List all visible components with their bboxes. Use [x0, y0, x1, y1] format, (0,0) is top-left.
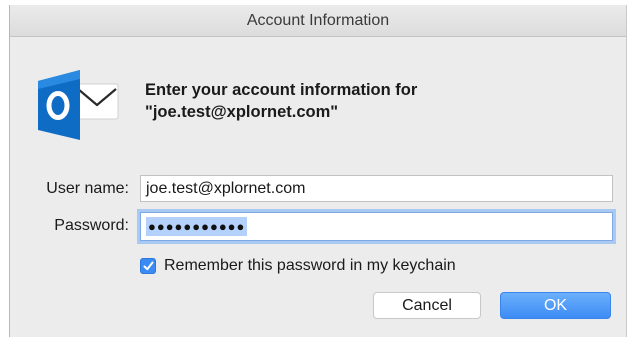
- username-label: User name:: [46, 180, 129, 197]
- password-field[interactable]: ●●●●●●●●●●●: [140, 212, 613, 241]
- outlook-icon: [38, 70, 119, 140]
- account-prompt-message: Enter your account information for "joe.…: [145, 79, 417, 123]
- remember-password-label: Remember this password in my keychain: [164, 257, 456, 274]
- username-field[interactable]: joe.test@xplornet.com: [140, 175, 613, 202]
- remember-password-option[interactable]: Remember this password in my keychain: [140, 257, 456, 275]
- cancel-button[interactable]: Cancel: [373, 292, 481, 319]
- window-title: Account Information: [10, 5, 626, 37]
- password-mask: ●●●●●●●●●●●: [146, 217, 248, 236]
- prompt-email: "joe.test@xplornet.com": [145, 103, 339, 121]
- checkmark-icon: [143, 261, 153, 271]
- remember-password-checkbox[interactable]: [140, 258, 156, 274]
- ok-button[interactable]: OK: [500, 292, 611, 319]
- prompt-line-1: Enter your account information for: [145, 81, 418, 99]
- account-information-dialog: Account Information Enter your account i…: [9, 5, 627, 337]
- password-label: Password:: [54, 217, 129, 234]
